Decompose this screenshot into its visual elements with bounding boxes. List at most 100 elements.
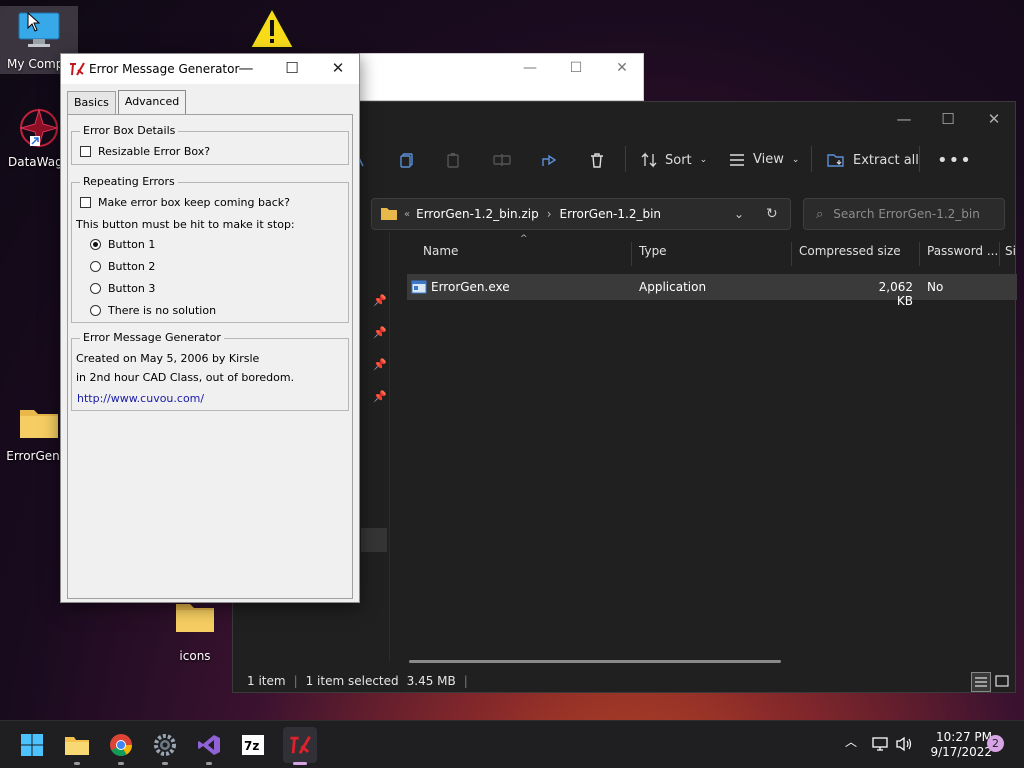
search-box[interactable]: ⌕ Search ErrorGen-1.2_bin xyxy=(803,198,1005,230)
selected-size: 3.45 MB xyxy=(406,674,456,688)
clock-date: 9/17/2022 xyxy=(930,745,992,759)
svg-text:7z: 7z xyxy=(244,739,259,753)
notification-badge[interactable]: 2 xyxy=(987,735,1004,752)
details-view-icon xyxy=(975,677,987,687)
pin-icon[interactable]: 📌 xyxy=(373,358,387,371)
file-row[interactable]: ErrorGen.exe Application 2,062 KB No xyxy=(407,274,1017,308)
radio-circle[interactable] xyxy=(90,239,101,250)
checkbox-label: Make error box keep coming back? xyxy=(98,196,290,209)
delete-icon[interactable] xyxy=(589,152,605,168)
radio-circle[interactable] xyxy=(90,283,101,294)
taskbar-chrome[interactable] xyxy=(107,731,135,765)
more-options-button[interactable]: ••• xyxy=(937,150,972,171)
column-divider xyxy=(919,242,920,266)
tab-basics[interactable]: Basics xyxy=(67,91,116,115)
chevron-down-icon[interactable]: ⌄ xyxy=(734,207,744,221)
close-icon[interactable]: ✕ xyxy=(315,59,361,77)
column-header-size[interactable]: Si xyxy=(1005,244,1016,258)
maximize-icon[interactable]: ☐ xyxy=(269,59,315,77)
share-icon[interactable] xyxy=(541,152,557,168)
radio-button-3[interactable]: Button 3 xyxy=(90,282,155,295)
taskbar: 7z ︿ 10:27 PM 9/17/2022 xyxy=(0,720,1024,768)
repeating-errors-group: Repeating Errors Make error box keep com… xyxy=(71,175,349,323)
copy-icon[interactable] xyxy=(399,152,415,168)
column-header-type[interactable]: Type xyxy=(639,244,667,258)
pin-icon[interactable]: 📌 xyxy=(373,294,387,307)
toolbar-separator xyxy=(625,146,626,172)
column-header-name[interactable]: Name xyxy=(423,244,458,258)
running-indicator xyxy=(74,762,80,765)
taskbar-settings[interactable] xyxy=(151,731,179,765)
radio-no-solution[interactable]: There is no solution xyxy=(90,304,216,317)
checkbox-label: Resizable Error Box? xyxy=(98,145,211,158)
radio-label: Button 3 xyxy=(108,282,156,295)
radio-button-2[interactable]: Button 2 xyxy=(90,260,155,273)
checkbox-box[interactable] xyxy=(80,146,91,157)
radio-button-1[interactable]: Button 1 xyxy=(90,238,155,251)
radio-circle[interactable] xyxy=(90,261,101,272)
search-placeholder: Search ErrorGen-1.2_bin xyxy=(833,207,980,221)
radio-label: Button 2 xyxy=(108,260,156,273)
minimize-icon[interactable]: — xyxy=(223,59,269,77)
sort-icon xyxy=(641,152,657,168)
column-header-password[interactable]: Password ... xyxy=(927,244,998,258)
view-label: View xyxy=(753,152,784,167)
minimize-icon[interactable]: — xyxy=(881,110,927,128)
desktop-icon-label: icons xyxy=(179,649,211,663)
column-header-compressed-size[interactable]: Compressed size xyxy=(799,244,901,258)
tab-strip: Basics Advanced xyxy=(67,90,188,115)
maximize-icon[interactable]: ☐ xyxy=(925,110,971,128)
desktop-icon-icons-folder[interactable]: icons xyxy=(156,596,234,663)
minimize-icon[interactable]: — xyxy=(507,60,553,76)
volume-icon[interactable] xyxy=(896,736,914,752)
window-title: Error Message Generator xyxy=(89,62,240,76)
taskbar-visual-studio[interactable] xyxy=(195,731,223,765)
selected-count: 1 item selected xyxy=(305,674,399,688)
extract-all-button[interactable]: Extract all xyxy=(827,152,919,168)
taskbar-file-explorer[interactable] xyxy=(63,731,91,765)
tiles-view-button[interactable] xyxy=(993,672,1013,692)
close-icon[interactable]: ✕ xyxy=(599,60,645,76)
running-indicator xyxy=(206,762,212,765)
website-link[interactable]: http://www.cuvou.com/ xyxy=(77,392,204,405)
resizable-error-box-checkbox[interactable]: Resizable Error Box? xyxy=(80,145,210,158)
search-icon: ⌕ xyxy=(816,206,824,222)
breadcrumb-item[interactable]: ErrorGen-1.2_bin.zip xyxy=(416,207,539,221)
pin-icon[interactable]: 📌 xyxy=(373,390,387,403)
network-icon[interactable] xyxy=(872,736,890,752)
address-bar[interactable]: « ErrorGen-1.2_bin.zip › ErrorGen-1.2_bi… xyxy=(371,198,791,230)
refresh-icon[interactable]: ↻ xyxy=(766,206,778,222)
breadcrumb-item[interactable]: ErrorGen-1.2_bin xyxy=(560,207,662,221)
radio-circle[interactable] xyxy=(90,305,101,316)
checkbox-box[interactable] xyxy=(80,197,91,208)
error-box-details-group: Error Box Details Resizable Error Box? xyxy=(71,124,349,165)
close-icon[interactable]: ✕ xyxy=(971,110,1017,128)
stop-instruction-text: This button must be hit to make it stop: xyxy=(76,218,295,231)
pin-icon[interactable]: 📌 xyxy=(373,326,387,339)
windows-logo-icon xyxy=(21,734,43,756)
tk-feather-icon xyxy=(70,62,85,76)
details-view-button[interactable] xyxy=(971,672,991,692)
view-button[interactable]: View ⌄ xyxy=(729,152,799,167)
maximize-icon[interactable]: ☐ xyxy=(553,60,599,76)
sort-button[interactable]: Sort ⌄ xyxy=(641,152,707,168)
tk-feather-icon xyxy=(290,736,311,754)
overflow-chevron-icon[interactable]: « xyxy=(404,209,410,220)
datawagon-icon xyxy=(19,108,59,148)
breadcrumb-separator-icon: › xyxy=(546,207,552,221)
active-indicator xyxy=(293,762,307,765)
tab-advanced[interactable]: Advanced xyxy=(117,90,187,114)
horizontal-scrollbar[interactable] xyxy=(409,660,781,663)
application-icon xyxy=(411,280,427,294)
clock[interactable]: 10:27 PM 9/17/2022 xyxy=(920,730,992,760)
title-bar[interactable]: Error Message Generator — ☐ ✕ xyxy=(61,54,359,84)
rename-icon[interactable] xyxy=(493,152,511,168)
show-hidden-icons-chevron-icon[interactable]: ︿ xyxy=(845,733,857,750)
keep-coming-back-checkbox[interactable]: Make error box keep coming back? xyxy=(80,196,290,209)
taskbar-7zip[interactable]: 7z xyxy=(239,731,267,759)
start-button[interactable] xyxy=(18,731,46,759)
paste-icon[interactable] xyxy=(445,152,461,168)
taskbar-error-generator[interactable] xyxy=(283,727,317,765)
nav-pane-selected-item[interactable] xyxy=(361,528,387,552)
radio-label: Button 1 xyxy=(108,238,156,251)
